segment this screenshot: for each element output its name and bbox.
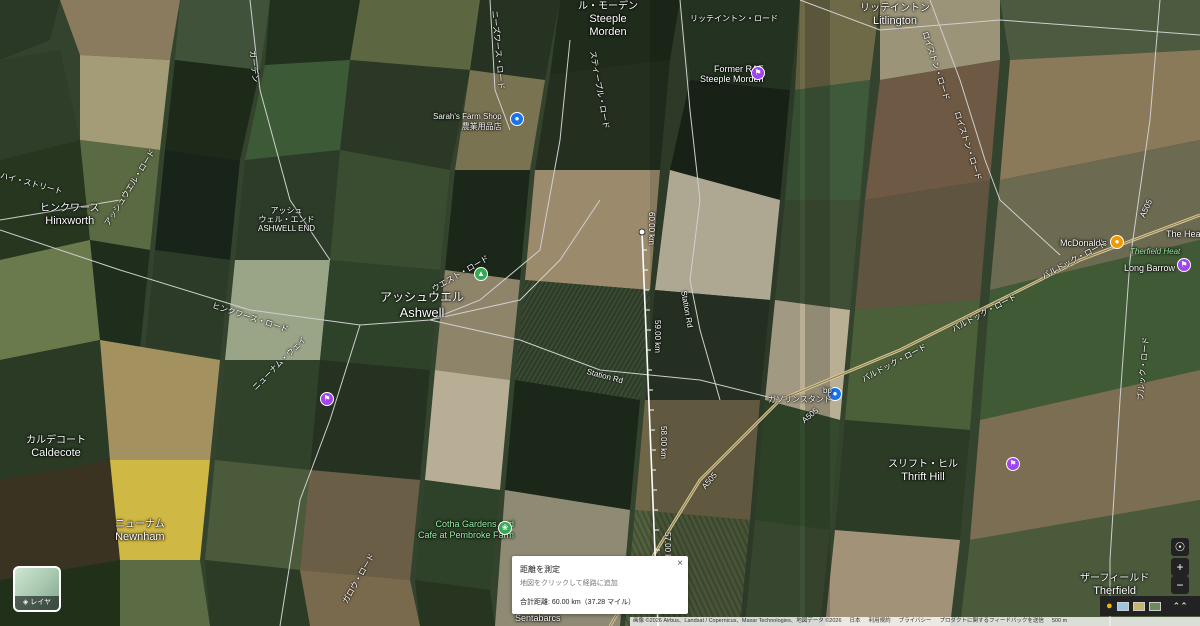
close-icon[interactable]: × <box>677 558 683 569</box>
expand-icon[interactable]: ⌃⌃ <box>1173 601 1188 612</box>
measure-subtitle: 地図をクリックして経路に追加 <box>520 580 618 587</box>
zoom-in-button[interactable]: + <box>1171 558 1189 576</box>
place-newnham[interactable]: ニューナム Newnham <box>115 518 165 544</box>
measure-distance-panel: × 距離を測定 地図をクリックして経路に追加 合計距離: 60.00 km（37… <box>512 556 688 614</box>
imagery-thumb-1[interactable] <box>1116 601 1129 611</box>
poi-therfield-heath-label[interactable]: Therfield Heat <box>1130 245 1180 258</box>
place-caldecote[interactable]: カルデコート Caldecote <box>26 434 86 460</box>
attribution-bar: 画像 ©2026 Airbus、Landsat / Copernicus、Max… <box>630 617 1200 626</box>
imagery-thumb-3[interactable] <box>1148 601 1161 611</box>
distance-label-59: 59.00 km <box>653 320 662 353</box>
measure-title: 距離を測定 <box>520 565 560 574</box>
imagery-controls: ● ⌃⌃ <box>1100 596 1200 616</box>
landmark-icon[interactable]: ⚑ <box>320 392 334 406</box>
poi-sarahs-label[interactable]: Sarah's Farm Shop 農業用品店 <box>433 112 502 132</box>
poi-the-head-label[interactable]: The Head <box>1166 228 1200 241</box>
imagery-thumb-2[interactable] <box>1132 601 1145 611</box>
layer-label: ◈ レイヤ <box>15 596 59 610</box>
measure-total: 合計距離: 60.00 km（37.28 マイル） <box>520 599 636 606</box>
landmark-icon[interactable]: ⚑ <box>751 66 765 80</box>
place-therfield[interactable]: ザーフィールド Therfield <box>1080 572 1149 598</box>
layer-toggle-button[interactable]: ◈ レイヤ <box>13 566 61 612</box>
landmark-icon[interactable]: ⚑ <box>1006 457 1020 471</box>
layers-icon: ◈ <box>22 599 29 606</box>
my-location-button[interactable]: ☉ <box>1171 538 1189 556</box>
location-icon: ☉ <box>1174 540 1186 554</box>
poi-long-barrow-label[interactable]: Long Barrow <box>1124 262 1175 275</box>
poi-bp-label[interactable]: bp ガソリンスタンド <box>768 386 832 404</box>
place-ashwell-end[interactable]: アッシュ ウェル・エンド ASHWELL END <box>258 206 315 233</box>
place-steeple-morden[interactable]: ル・モーデン Steeple Morden <box>578 0 638 39</box>
landmark-icon[interactable]: ⚑ <box>1177 258 1191 272</box>
fast-food-icon[interactable]: ● <box>1110 235 1124 249</box>
zoom-out-button[interactable]: − <box>1171 576 1189 594</box>
scale-bar[interactable]: 500 m <box>1052 617 1067 626</box>
pegman-icon[interactable]: ● <box>1106 600 1113 612</box>
measure-start-point <box>638 228 646 236</box>
distance-label-60: 60.00 km <box>647 212 656 245</box>
park-icon[interactable]: ❀ <box>498 521 512 535</box>
road-label: リッテイントン・ロード <box>690 14 778 23</box>
place-litlington[interactable]: リッテイントン Litlington <box>860 2 930 28</box>
shopping-bag-icon[interactable]: ● <box>510 112 524 126</box>
place-thrift-hill[interactable]: スリフト・ヒル Thrift Hill <box>888 458 958 484</box>
distance-label-58: 58.00 km <box>659 426 668 459</box>
place-hinxworth[interactable]: ヒンクワース Hinxworth <box>40 202 100 228</box>
place-ashwell[interactable]: アッシュウエル Ashwell <box>380 290 464 320</box>
